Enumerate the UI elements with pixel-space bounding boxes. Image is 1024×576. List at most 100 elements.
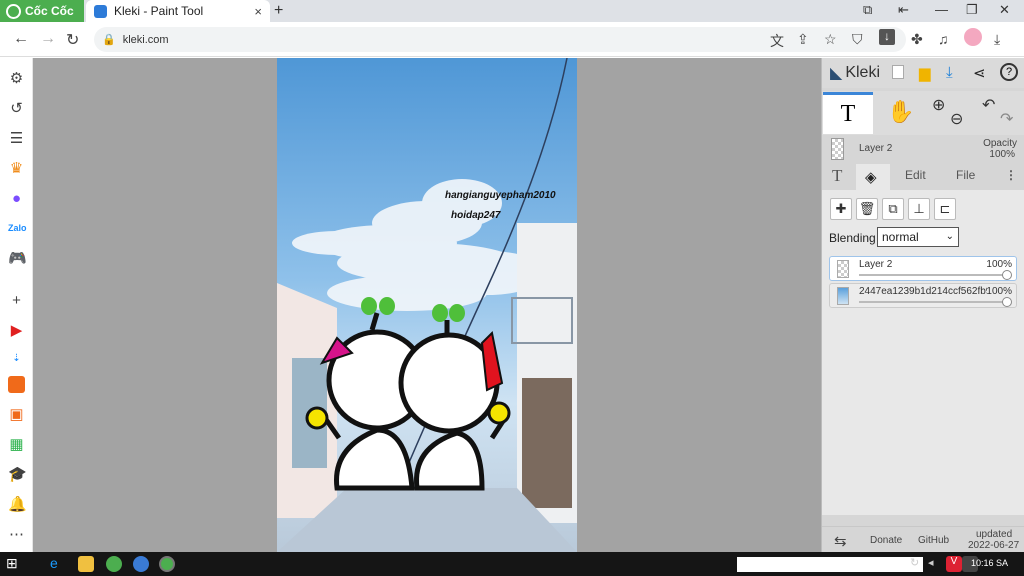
open-folder-icon[interactable]: ▆	[919, 64, 931, 82]
bookmark-star-icon[interactable]: ☆	[824, 31, 837, 48]
more-options-icon[interactable]: ⋯	[8, 526, 25, 543]
hand-tool-icon[interactable]: ✋	[887, 99, 914, 125]
screenshot-icon[interactable]: ⧉	[863, 2, 872, 18]
layer-name: 2447ea1239b1d214ccf562fb9	[859, 286, 987, 297]
url-field[interactable]: 🔒 kleki.com	[94, 27, 906, 52]
store-icon[interactable]: ▣	[8, 406, 25, 423]
layer-opacity-knob[interactable]	[1002, 297, 1012, 307]
merge-layer-icon[interactable]: ⊥	[908, 198, 930, 220]
coccoc-active-taskbar-icon[interactable]	[159, 556, 175, 572]
undo-icon[interactable]: ↶	[982, 95, 995, 115]
windows-taskbar: ⊞ e ↻ ◂ V 10:16 SA	[0, 552, 1024, 576]
tab-kleki[interactable]: Kleki - Paint Tool ×	[86, 0, 270, 22]
save-download-icon[interactable]: ⤓	[946, 64, 953, 81]
download-manager-icon[interactable]: ⇣	[8, 350, 25, 367]
current-layer-name: Layer 2	[859, 143, 893, 154]
tab-bar: Cốc Cốc Kleki - Paint Tool × + ⧉ ⇤ — ❐ ✕	[0, 0, 1024, 22]
watermark-text-1: hangianguyepham2010	[445, 190, 556, 201]
extensions-icon[interactable]: ✤	[911, 31, 923, 48]
brand-label: Cốc Cốc	[25, 4, 74, 18]
music-icon[interactable]: ♫	[938, 31, 949, 47]
github-link[interactable]: GitHub	[918, 535, 949, 546]
close-window-button[interactable]: ✕	[999, 2, 1010, 18]
notification-bell-icon[interactable]: 🔔	[8, 496, 27, 513]
shopping-icon[interactable]	[8, 376, 25, 393]
tab-title: Kleki - Paint Tool	[114, 4, 204, 18]
taskbar-arrow-icon[interactable]: ◂	[928, 556, 944, 572]
layer-opacity-knob[interactable]	[1002, 270, 1012, 280]
updated-date: 2022-06-27	[968, 540, 1020, 551]
layer-opacity-slider[interactable]	[859, 274, 1011, 276]
messenger-icon[interactable]: ●	[8, 190, 25, 207]
tab-layers[interactable]: ◈	[856, 164, 890, 192]
graduation-cap-icon[interactable]: 🎓	[8, 466, 27, 483]
panel-footer: ⇆ Donate GitHub updated 2022-06-27	[822, 526, 1024, 552]
zalo-icon[interactable]: Zalo	[8, 220, 27, 237]
redo-icon[interactable]: ↷	[1000, 109, 1013, 129]
edge-icon[interactable]: e	[50, 555, 66, 571]
download-page-icon[interactable]: ↓	[879, 29, 895, 45]
reading-list-icon[interactable]: ☰	[8, 130, 25, 147]
tool-row: T ✋ ⊕ ⊖ ↶ ↷	[822, 91, 1024, 135]
crown-icon[interactable]: ♛	[8, 160, 25, 177]
coccoc-taskbar-icon[interactable]	[106, 556, 122, 572]
youtube-icon[interactable]: ▶	[8, 322, 25, 339]
translate-icon[interactable]: 文	[770, 31, 784, 51]
coccoc-menu-button[interactable]: Cốc Cốc	[0, 0, 84, 22]
back-icon[interactable]: ←	[13, 30, 29, 48]
more-menu-icon[interactable]: ⋮	[1005, 168, 1017, 182]
blending-select[interactable]: normal ⌄	[877, 227, 959, 247]
windows-start-icon[interactable]: ⊞	[6, 555, 22, 571]
layer-name: Layer 2	[859, 259, 893, 270]
forward-icon[interactable]: →	[40, 30, 56, 48]
zoom-in-icon[interactable]: ⊕	[932, 95, 945, 115]
swap-sides-icon[interactable]: ⇆	[834, 532, 847, 550]
layer-opacity-slider[interactable]	[859, 301, 1011, 303]
layer-thumb	[831, 138, 844, 160]
panel-tabs: T ◈ Edit File ⋮	[822, 164, 1024, 192]
downloads-icon[interactable]: ⤓	[994, 31, 1000, 48]
help-icon[interactable]: ?	[1000, 63, 1018, 81]
profile-pig-icon[interactable]	[964, 28, 982, 46]
gamepad-icon[interactable]: 🎮	[8, 250, 27, 267]
kleki-side-panel: ◣ Kleki ▆ ⤓ ⋖ ? T ✋ ⊕ ⊖ ↶ ↷ Layer 2 Opac…	[821, 58, 1024, 552]
file-explorer-icon[interactable]	[78, 556, 94, 572]
minimize-button[interactable]: —	[935, 2, 948, 17]
lock-icon: 🔒	[102, 34, 116, 46]
tab-tool-settings[interactable]: T	[832, 166, 842, 186]
rename-layer-icon[interactable]: ⊏	[934, 198, 956, 220]
drawing-canvas[interactable]: hangianguyepham2010 hoidap247	[277, 58, 577, 552]
updated-label: updated	[976, 529, 1013, 540]
share-icon[interactable]: ⇪	[797, 31, 809, 48]
share-icon[interactable]: ⋖	[973, 64, 986, 82]
layer-item[interactable]: Layer 2 100%	[829, 256, 1017, 281]
taskbar-search-box[interactable]	[737, 557, 923, 572]
chevron-down-icon: ⌄	[945, 231, 954, 242]
add-layer-icon[interactable]: ✚	[830, 198, 852, 220]
history-icon[interactable]: ↺	[8, 100, 25, 117]
url-text: kleki.com	[122, 33, 169, 46]
refresh-icon[interactable]: ↻	[910, 556, 926, 572]
reload-icon[interactable]: ↻	[66, 30, 79, 50]
zoom-out-icon[interactable]: ⊖	[950, 109, 963, 129]
sidebar-toggle-icon[interactable]: ⇤	[898, 2, 909, 18]
add-shortcut-icon[interactable]: +	[8, 292, 25, 309]
new-tab-button[interactable]: +	[274, 2, 283, 20]
settings-gear-icon[interactable]: ⚙	[8, 70, 25, 87]
tab-edit[interactable]: Edit	[905, 168, 926, 182]
vietkey-icon[interactable]: V	[946, 556, 962, 572]
zalo-taskbar-icon[interactable]	[133, 556, 149, 572]
duplicate-layer-icon[interactable]: ⧉	[882, 198, 904, 220]
shield-icon[interactable]: ⛉	[852, 31, 863, 48]
delete-layer-icon[interactable]: 🗑	[856, 198, 878, 220]
new-image-icon[interactable]	[892, 65, 904, 79]
blending-label: Blending	[829, 231, 876, 245]
layer-item[interactable]: 2447ea1239b1d214ccf562fb9 100%	[829, 283, 1017, 308]
kleki-header: ◣ Kleki ▆ ⤓ ⋖ ?	[822, 58, 1024, 88]
tab-close-icon[interactable]: ×	[254, 4, 262, 19]
sheet-icon[interactable]: ▦	[8, 436, 25, 453]
tab-file[interactable]: File	[956, 168, 975, 182]
restore-button[interactable]: ❐	[966, 2, 978, 18]
text-tool-button[interactable]: T	[823, 92, 873, 134]
donate-link[interactable]: Donate	[870, 535, 902, 546]
